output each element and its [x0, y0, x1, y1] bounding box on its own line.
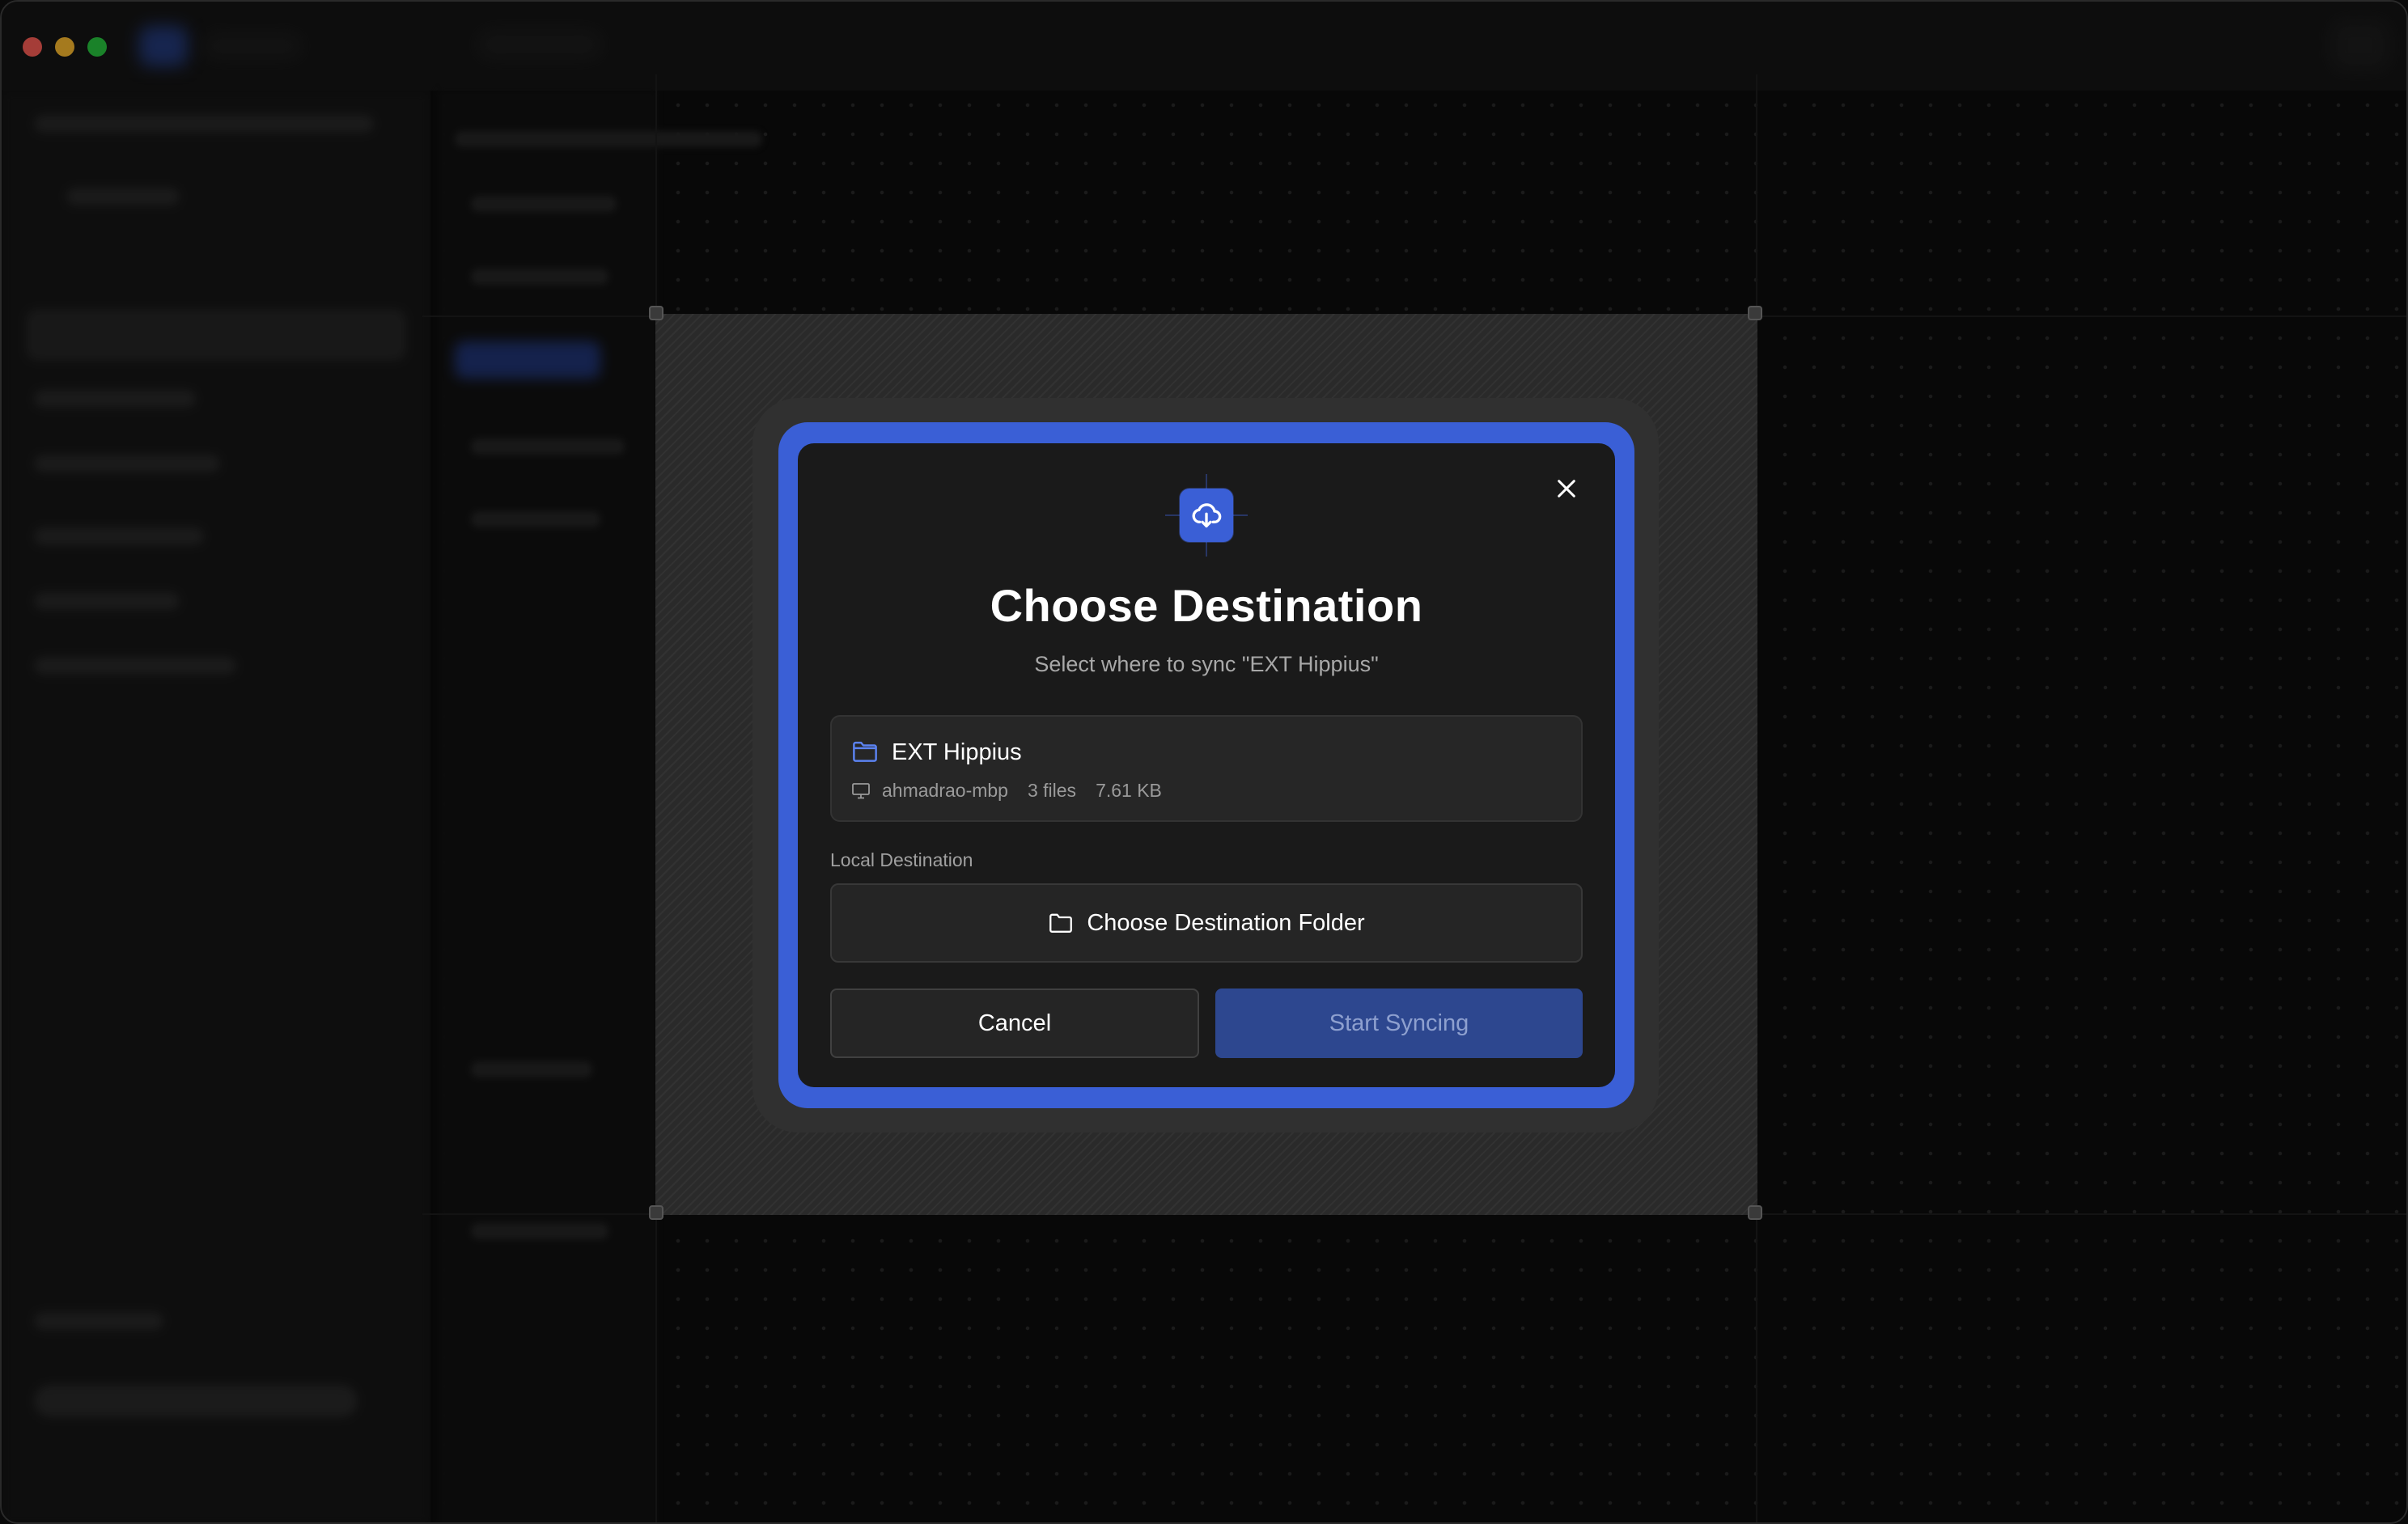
- source-folder-card: EXT Hippius ahmadrao-mbp 3 files 7.61 KB: [830, 715, 1583, 822]
- cancel-button[interactable]: Cancel: [830, 988, 1199, 1058]
- frame-corner-handle: [1748, 306, 1762, 320]
- app-window: Choose Destination Select where to sync …: [0, 0, 2408, 1524]
- source-size: 7.61 KB: [1096, 780, 1162, 801]
- local-destination-label: Local Destination: [830, 849, 973, 870]
- monitor-icon: [852, 782, 870, 798]
- dialog-subtitle: Select where to sync "EXT Hippius": [1034, 652, 1379, 676]
- close-button[interactable]: [1542, 464, 1591, 513]
- close-icon: [1558, 480, 1575, 497]
- frame-corner-handle: [1748, 1205, 1762, 1220]
- frame-corner-handle: [649, 1205, 663, 1220]
- folder-icon: [1049, 913, 1073, 933]
- folder-icon: [853, 741, 877, 762]
- dialog-title: Choose Destination: [990, 580, 1423, 631]
- choose-destination-dialog: Choose Destination Select where to sync …: [798, 443, 1615, 1087]
- choose-destination-folder-button[interactable]: Choose Destination Folder: [830, 883, 1583, 963]
- source-file-count: 3 files: [1027, 780, 1077, 801]
- cloud-download-icon: [1192, 503, 1222, 527]
- source-folder-name: EXT Hippius: [892, 739, 1022, 765]
- choose-destination-folder-label: Choose Destination Folder: [1087, 909, 1365, 936]
- source-device: ahmadrao-mbp: [882, 780, 1008, 801]
- dialog-icon-badge: [1180, 489, 1233, 542]
- frame-corner-handle: [649, 306, 663, 320]
- start-syncing-button[interactable]: Start Syncing: [1215, 988, 1583, 1058]
- source-meta: ahmadrao-mbp 3 files 7.61 KB: [851, 780, 1162, 802]
